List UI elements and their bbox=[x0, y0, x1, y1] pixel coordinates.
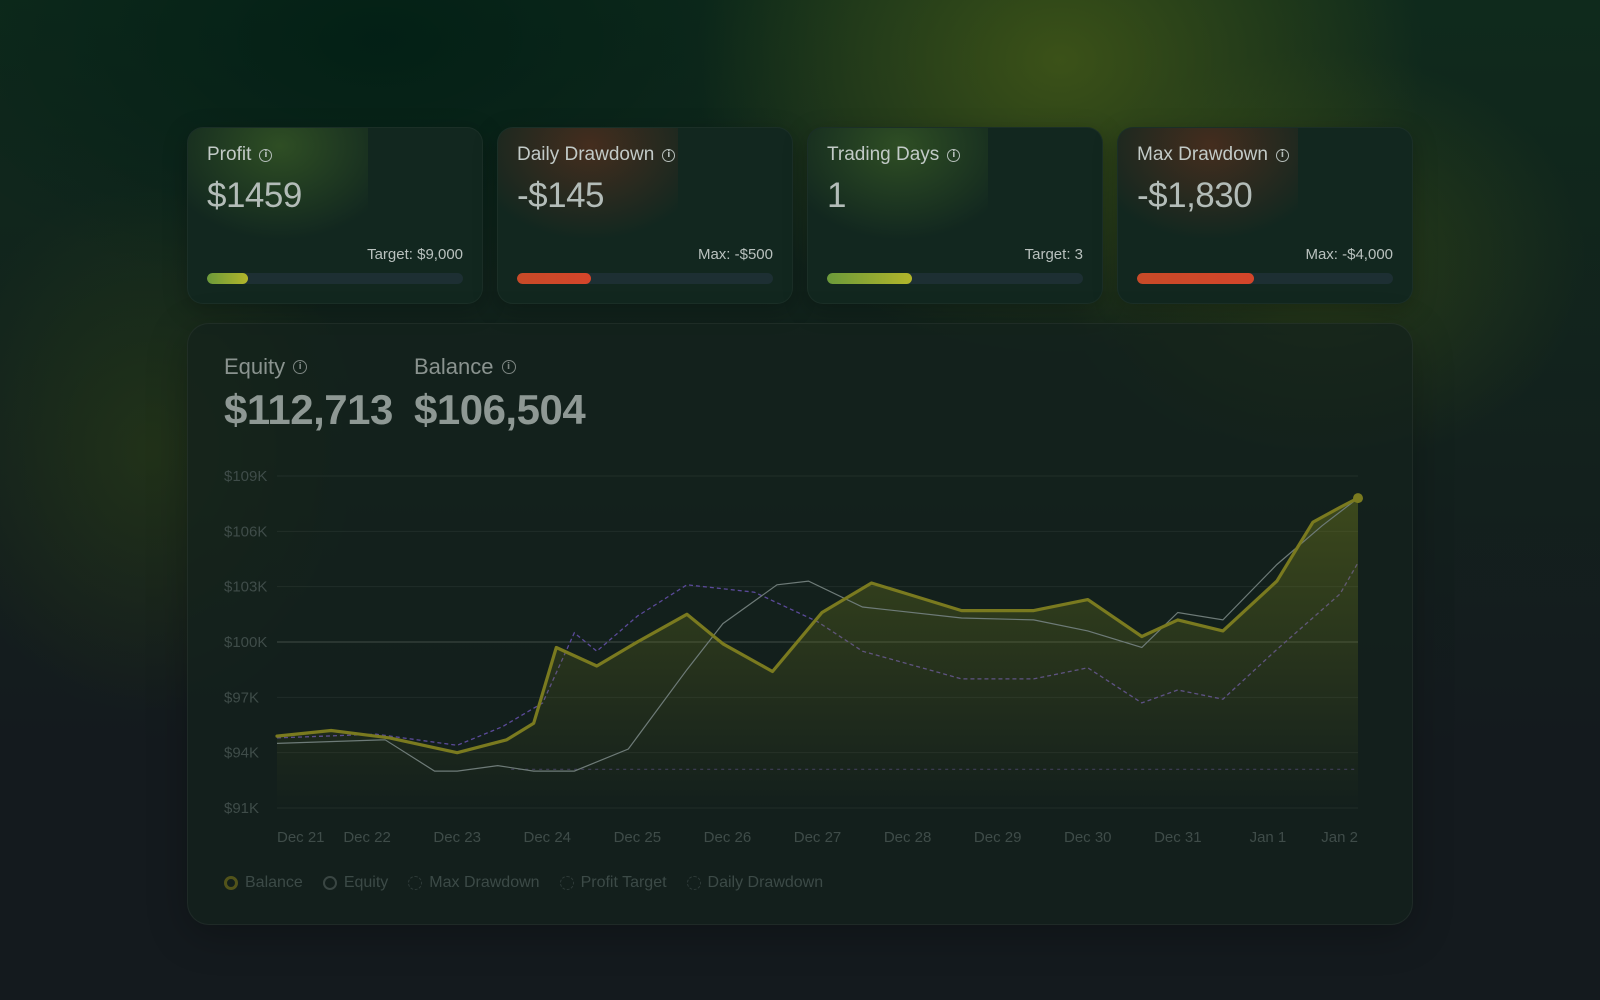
y-tick-label: $109K bbox=[224, 468, 267, 485]
legend-item-balance[interactable]: Balance bbox=[224, 874, 303, 892]
chart-legend: Balance Equity Max Drawdown Profit Targe… bbox=[224, 874, 823, 892]
daily-drawdown-card: Daily Drawdown i -$145 Max: -$500 bbox=[497, 127, 793, 304]
x-tick-label: Dec 25 bbox=[614, 829, 662, 846]
profit-label: Profit bbox=[207, 144, 252, 165]
x-tick-label: Dec 21 bbox=[277, 829, 325, 846]
info-icon[interactable]: i bbox=[1275, 148, 1289, 162]
legend-label: Balance bbox=[245, 874, 303, 891]
progress-fill bbox=[517, 273, 592, 284]
y-tick-label: $103K bbox=[224, 579, 267, 596]
y-tick-label: $97K bbox=[224, 689, 259, 706]
chart-series bbox=[275, 493, 1363, 808]
y-axis-ticks: $109K $106K $103K $100K $97K $94K $91K bbox=[224, 468, 267, 817]
max-drawdown-value: -$1,830 bbox=[1137, 176, 1253, 215]
y-tick-label: $91K bbox=[224, 800, 259, 817]
daily-drawdown-progress-bar bbox=[517, 273, 773, 284]
x-tick-label: Dec 23 bbox=[433, 829, 481, 846]
x-tick-label: Dec 24 bbox=[523, 829, 571, 846]
x-tick-label: Dec 30 bbox=[1064, 829, 1112, 846]
profit-progress-bar bbox=[207, 273, 463, 284]
daily-drawdown-label: Daily Drawdown bbox=[517, 144, 655, 165]
balance-area bbox=[277, 498, 1358, 808]
progress-fill bbox=[1137, 273, 1255, 284]
equity-chart-panel: Equity i $112,713 Balance i $106,504 $10… bbox=[187, 323, 1413, 925]
daily-drawdown-value: -$145 bbox=[517, 176, 605, 215]
card-label: Daily Drawdown i bbox=[517, 144, 676, 166]
x-tick-label: Jan 1 bbox=[1250, 829, 1287, 846]
card-label: Trading Days i bbox=[827, 144, 961, 166]
legend-marker bbox=[686, 876, 701, 890]
y-tick-label: $94K bbox=[224, 745, 259, 762]
x-tick-label: Dec 31 bbox=[1154, 829, 1202, 846]
y-tick-label: $100K bbox=[224, 634, 267, 651]
equity-balance-chart[interactable]: $109K$106K$103K$100K$97K$94K$91K Dec 21 D… bbox=[188, 324, 1412, 864]
profit-card: Profit i $1459 Target: $9,000 bbox=[187, 127, 483, 304]
max-drawdown-label: Max Drawdown bbox=[1137, 144, 1268, 165]
progress-fill bbox=[207, 273, 249, 284]
x-tick-label: Dec 26 bbox=[704, 829, 752, 846]
legend-item-daily-drawdown[interactable]: Daily Drawdown bbox=[686, 874, 824, 892]
x-tick-label: Dec 28 bbox=[884, 829, 932, 846]
legend-label: Profit Target bbox=[580, 874, 667, 891]
info-icon[interactable]: i bbox=[662, 148, 676, 162]
legend-marker bbox=[322, 876, 337, 890]
x-axis-ticks: Dec 21 Dec 22 Dec 23 Dec 24 Dec 25 Dec 26 Dec … bbox=[277, 829, 1358, 846]
legend-marker bbox=[408, 876, 423, 890]
legend-label: Daily Drawdown bbox=[707, 874, 824, 891]
x-tick-label: Dec 29 bbox=[974, 829, 1022, 846]
legend-label: Equity bbox=[343, 874, 389, 891]
profit-target: Target: $9,000 bbox=[367, 246, 463, 263]
legend-item-profit-target[interactable]: Profit Target bbox=[559, 874, 667, 892]
info-icon[interactable]: i bbox=[947, 148, 961, 162]
trading-days-card: Trading Days i 1 Target: 3 bbox=[807, 127, 1103, 304]
card-label: Max Drawdown i bbox=[1137, 144, 1289, 166]
max-drawdown-card: Max Drawdown i -$1,830 Max: -$4,000 bbox=[1117, 127, 1413, 304]
trading-days-value: 1 bbox=[827, 176, 846, 215]
balance-endpoint bbox=[1353, 493, 1363, 504]
legend-item-max-drawdown[interactable]: Max Drawdown bbox=[408, 874, 540, 892]
x-tick-label: Dec 27 bbox=[794, 829, 842, 846]
trading-days-progress-bar bbox=[827, 273, 1083, 284]
max-drawdown-progress-bar bbox=[1137, 273, 1393, 284]
legend-marker bbox=[559, 876, 574, 890]
max-drawdown-max: Max: -$4,000 bbox=[1305, 246, 1393, 263]
x-tick-label: Jan 2 bbox=[1321, 829, 1358, 846]
legend-marker bbox=[224, 876, 238, 890]
legend-label: Max Drawdown bbox=[429, 874, 540, 891]
x-tick-label: Dec 22 bbox=[343, 829, 391, 846]
y-tick-label: $106K bbox=[224, 523, 267, 540]
legend-item-equity[interactable]: Equity bbox=[322, 874, 389, 892]
trading-days-target: Target: 3 bbox=[1024, 246, 1083, 263]
info-icon[interactable]: i bbox=[259, 148, 273, 162]
card-label: Profit i bbox=[207, 144, 273, 166]
progress-fill bbox=[827, 273, 913, 284]
daily-drawdown-max: Max: -$500 bbox=[697, 246, 773, 263]
profit-value: $1459 bbox=[207, 176, 302, 215]
trading-days-label: Trading Days bbox=[827, 144, 940, 165]
